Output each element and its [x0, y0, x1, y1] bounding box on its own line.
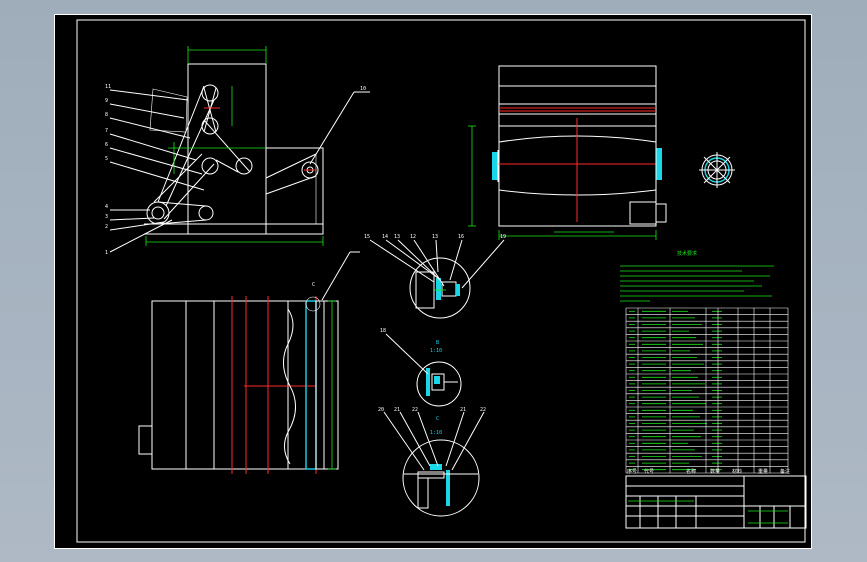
detail-c-label-21b: 21: [460, 407, 466, 413]
balloon-8: 8: [105, 112, 108, 118]
bottom-view-mark: C: [312, 282, 315, 288]
detail-a-label-13: 13: [394, 234, 400, 240]
detail-b-mark: B: [436, 340, 439, 346]
balloon-1: 1: [105, 250, 108, 256]
balloon-4: 4: [105, 204, 108, 210]
detail-b-scale: 1:10: [430, 348, 442, 354]
col-wt: 重量: [758, 468, 768, 475]
drawing-sheet: 11 9 8 7 6 5 4 3 2 1 10 C 15 14 13 12 13…: [54, 14, 812, 549]
detail-c-scale: 1:10: [430, 430, 442, 436]
detail-c-mark: C: [436, 416, 439, 422]
bottom-view: [138, 251, 360, 474]
balloon-6: 6: [105, 142, 108, 148]
balloon-5: 5: [105, 156, 108, 162]
detail-b-label-18: 18: [380, 328, 386, 334]
detail-a-label-19: 19: [500, 234, 506, 240]
tech-requirements: [620, 265, 774, 302]
balloon-7: 7: [105, 128, 108, 134]
detail-c-label-20: 20: [378, 407, 384, 413]
detail-a-label-13b: 13: [432, 234, 438, 240]
detail-c: [383, 411, 485, 517]
drawing-canvas: 11 9 8 7 6 5 4 3 2 1 10 C 15 14 13 12 13…: [54, 14, 812, 549]
col-seq: 序号: [627, 468, 637, 475]
front-view: [468, 65, 735, 240]
balloon-10: 10: [360, 86, 366, 92]
title-block: [625, 475, 807, 529]
detail-c-label-21: 21: [394, 407, 400, 413]
balloon-2: 2: [105, 224, 108, 230]
col-mat: 材料: [732, 468, 742, 475]
detail-a-label-12: 12: [410, 234, 416, 240]
detail-a-label-16: 16: [458, 234, 464, 240]
side-view: [54, 14, 370, 253]
col-note: 备注: [780, 468, 790, 475]
detail-b: [385, 333, 462, 407]
detail-c-label-22b: 22: [480, 407, 486, 413]
col-code: 代号: [644, 468, 654, 475]
detail-a-label-14: 14: [382, 234, 388, 240]
balloon-11: 11: [105, 84, 111, 90]
tech-requirements-title: 技术要求: [677, 250, 697, 257]
col-name: 名称: [686, 468, 696, 475]
parts-list: [625, 307, 789, 474]
detail-c-label-22: 22: [412, 407, 418, 413]
detail-a-label-15: 15: [364, 234, 370, 240]
detail-a: [369, 239, 505, 319]
balloon-9: 9: [105, 98, 108, 104]
col-qty: 数量: [710, 468, 720, 475]
balloon-3: 3: [105, 214, 108, 220]
cad-viewport[interactable]: 11 9 8 7 6 5 4 3 2 1 10 C 15 14 13 12 13…: [0, 0, 867, 562]
